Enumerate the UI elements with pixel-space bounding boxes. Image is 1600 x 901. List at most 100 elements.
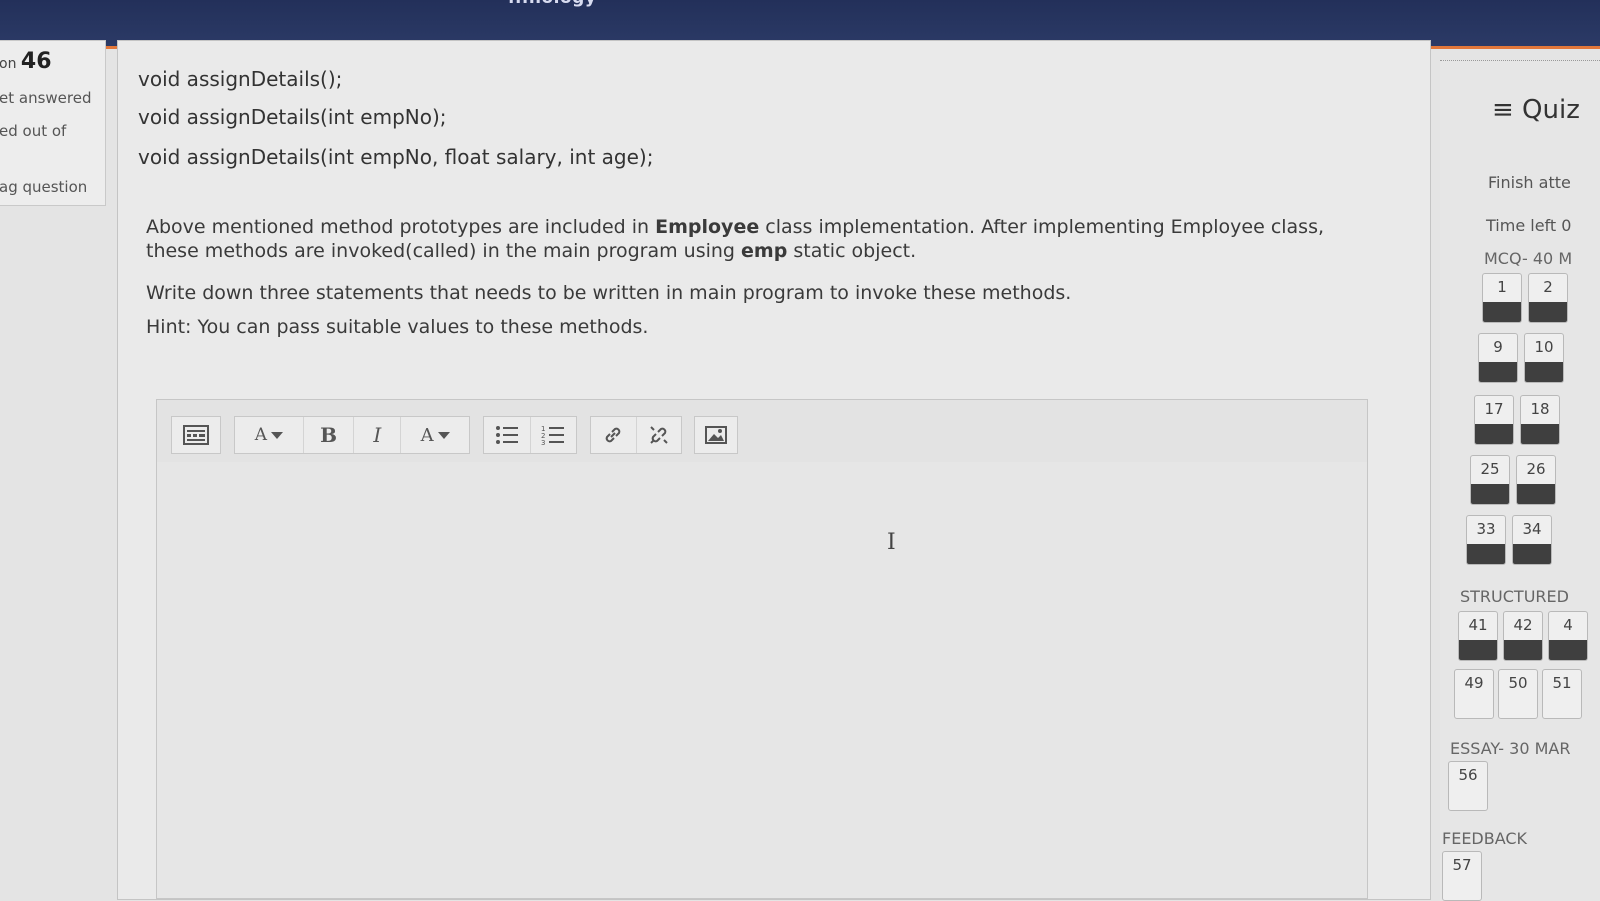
quiz-nav-number: 49	[1464, 674, 1484, 692]
quiz-nav-button[interactable]: 26	[1516, 455, 1556, 505]
question-number: on 46	[0, 49, 52, 74]
quiz-nav-number: 17	[1484, 400, 1504, 418]
quiz-nav-number: 33	[1476, 520, 1496, 538]
quiz-nav-number: 57	[1452, 856, 1472, 874]
svg-text:3: 3	[541, 439, 545, 446]
quiz-nav-number: 9	[1493, 338, 1503, 356]
font-color-button[interactable]: A	[401, 417, 469, 453]
section-label-mcq: MCQ- 40 M	[1484, 249, 1573, 268]
quiz-nav-state	[1471, 484, 1509, 504]
quiz-nav-button[interactable]: 2	[1528, 273, 1568, 323]
quiz-nav-button[interactable]: 49	[1454, 669, 1494, 719]
quiz-nav-button[interactable]: 56	[1448, 761, 1488, 811]
section-label-essay: ESSAY- 30 MAR	[1450, 739, 1571, 758]
editor-toolbar: A B I A 1 2 3	[157, 400, 1367, 463]
bold-button[interactable]: B	[304, 417, 355, 453]
answer-editor: A B I A 1 2 3 I	[156, 399, 1368, 899]
code-line-2: void assignDetails(int empNo);	[138, 105, 447, 129]
toolbar-group-toggle	[171, 416, 221, 454]
quiz-nav-state	[1525, 362, 1563, 382]
quiz-nav-state	[1549, 640, 1587, 660]
image-icon	[705, 426, 727, 444]
quiz-navigation-panel: ≡ Quiz Finish atte Time left 0 MCQ- 40 M…	[1440, 60, 1600, 901]
quiz-nav-number: 56	[1458, 766, 1478, 784]
quiz-nav-number: 25	[1480, 460, 1500, 478]
chevron-down-icon	[437, 431, 450, 439]
question-text-part: Above mentioned method prototypes are in…	[146, 216, 656, 238]
quiz-nav-number: 50	[1508, 674, 1528, 692]
numbered-list-icon: 1 2 3	[541, 425, 565, 446]
unlink-button[interactable]	[637, 417, 682, 453]
time-left: Time left 0	[1486, 216, 1572, 235]
quiz-nav-state	[1521, 424, 1559, 444]
answer-text-area[interactable]	[157, 462, 1367, 898]
question-panel: void assignDetails(); void assignDetails…	[117, 40, 1431, 900]
bullet-list-icon	[495, 426, 518, 444]
quiz-nav-button[interactable]: 10	[1524, 333, 1564, 383]
quiz-nav-button[interactable]: 4	[1548, 611, 1588, 661]
quiz-nav-state	[1467, 544, 1505, 564]
quiz-nav-number: 1	[1497, 278, 1507, 296]
quiz-nav-button[interactable]: 42	[1503, 611, 1543, 661]
font-size-button[interactable]: A	[235, 417, 304, 453]
quiz-nav-button[interactable]: 51	[1542, 669, 1582, 719]
quiz-nav-button[interactable]: 1	[1482, 273, 1522, 323]
quiz-nav-number: 41	[1468, 616, 1488, 634]
keyboard-icon	[183, 425, 209, 445]
quiz-nav-state	[1459, 640, 1497, 660]
show-more-buttons-button[interactable]	[172, 417, 220, 453]
quiz-navigation-title: ≡ Quiz	[1492, 95, 1580, 125]
italic-button[interactable]: I	[354, 417, 402, 453]
quiz-nav-button[interactable]: 18	[1520, 395, 1560, 445]
quiz-nav-number: 34	[1522, 520, 1542, 538]
question-text: Above mentioned method prototypes are in…	[146, 215, 1366, 263]
font-color-icon: A	[420, 424, 434, 446]
quiz-nav-number: 26	[1526, 460, 1546, 478]
question-number-value: 46	[20, 49, 52, 74]
link-icon	[605, 427, 621, 443]
question-instruction: Write down three statements that needs t…	[146, 282, 1072, 304]
question-marks: ed out of	[0, 122, 67, 140]
quiz-nav-state	[1504, 640, 1542, 660]
question-info-panel: on 46 et answered ed out of ag question	[0, 40, 106, 206]
toolbar-group-media	[694, 416, 738, 454]
quiz-nav-state	[1529, 302, 1567, 322]
flag-question-link[interactable]: ag question	[0, 178, 87, 196]
toolbar-group-format: A B I A	[234, 416, 470, 454]
toolbar-group-links	[590, 416, 682, 454]
link-button[interactable]	[591, 417, 637, 453]
class-name-bold: Employee	[655, 216, 760, 238]
quiz-nav-button[interactable]: 9	[1478, 333, 1518, 383]
toolbar-group-lists: 1 2 3	[483, 416, 577, 454]
quiz-nav-button[interactable]: 41	[1458, 611, 1498, 661]
quiz-nav-button[interactable]: 17	[1474, 395, 1514, 445]
question-text-part: static object.	[787, 240, 917, 262]
quiz-nav-state	[1513, 544, 1551, 564]
quiz-nav-button[interactable]: 25	[1470, 455, 1510, 505]
quiz-nav-state	[1483, 302, 1521, 322]
unlink-icon	[650, 426, 668, 444]
quiz-nav-button[interactable]: 57	[1442, 851, 1482, 901]
quiz-nav-state	[1475, 424, 1513, 444]
unordered-list-button[interactable]	[484, 417, 531, 453]
quiz-nav-button[interactable]: 33	[1466, 515, 1506, 565]
quiz-nav-number: 10	[1534, 338, 1554, 356]
code-line-1: void assignDetails();	[138, 67, 343, 91]
chevron-down-icon	[270, 431, 283, 439]
section-label-feedback: FEEDBACK	[1442, 829, 1528, 848]
question-number-prefix: on	[0, 56, 17, 72]
quiz-nav-button[interactable]: 34	[1512, 515, 1552, 565]
quiz-nav-button[interactable]: 50	[1498, 669, 1538, 719]
code-line-3: void assignDetails(int empNo, float sala…	[138, 145, 654, 169]
ordered-list-button[interactable]: 1 2 3	[531, 417, 577, 453]
insert-image-button[interactable]	[695, 417, 737, 453]
question-hint: Hint: You can pass suitable values to th…	[146, 316, 649, 338]
quiz-nav-number: 4	[1563, 616, 1573, 634]
finish-attempt-link[interactable]: Finish atte	[1488, 173, 1571, 192]
font-size-icon: A	[254, 425, 267, 445]
question-status: et answered	[0, 89, 92, 107]
quiz-nav-state	[1517, 484, 1555, 504]
quiz-nav-number: 51	[1552, 674, 1572, 692]
quiz-nav-state	[1479, 362, 1517, 382]
object-name-bold: emp	[741, 240, 788, 262]
